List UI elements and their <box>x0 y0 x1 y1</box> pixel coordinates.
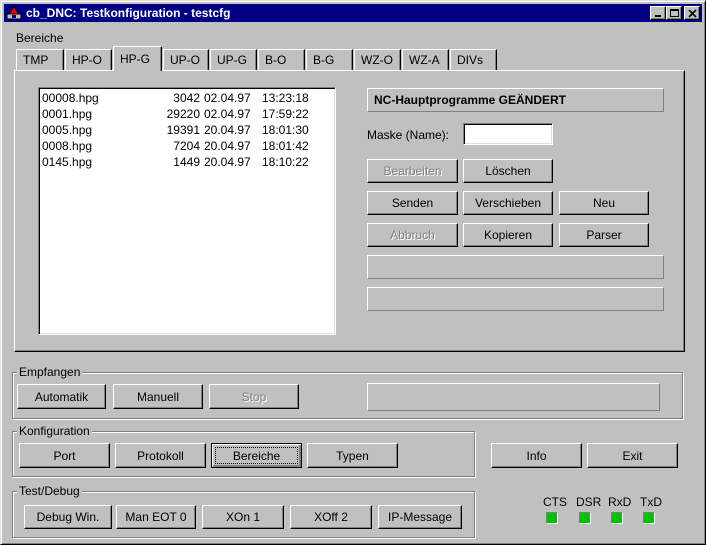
empfangen-status-field <box>367 383 660 411</box>
file-date: 02.04.97 <box>204 107 251 121</box>
list-item[interactable]: 0008.hpg 7204 20.04.97 18:01:42 <box>42 138 332 154</box>
file-time: 18:10:22 <box>262 155 309 169</box>
minimize-icon <box>655 15 661 17</box>
file-time: 17:59:22 <box>262 107 309 121</box>
tab-divs[interactable]: DIVs <box>450 49 497 70</box>
empfangen-label: Empfangen <box>17 365 83 379</box>
debug-win-button[interactable]: Debug Win. <box>24 505 112 529</box>
bearbeiten-button[interactable]: Bearbeiten <box>367 159 458 183</box>
manuell-button[interactable]: Manuell <box>113 384 203 409</box>
mask-input[interactable] <box>463 123 553 145</box>
progress-bar-2 <box>367 287 664 311</box>
typen-button[interactable]: Typen <box>307 443 398 468</box>
bereiche-label: Bereiche <box>16 31 64 45</box>
file-date: 02.04.97 <box>204 91 251 105</box>
loeschen-button[interactable]: Löschen <box>463 159 553 183</box>
tab-tmp[interactable]: TMP <box>16 49 64 70</box>
close-button[interactable] <box>684 6 700 20</box>
tab-b-o[interactable]: B-O <box>258 49 305 70</box>
status-title: NC-Hauptprogramme GEÄNDERT <box>367 88 664 112</box>
file-size: 29220 <box>166 107 200 121</box>
file-size: 3042 <box>173 91 200 105</box>
file-size: 19391 <box>166 123 200 137</box>
tab-b-g[interactable]: B-G <box>306 49 353 70</box>
list-item[interactable]: 0001.hpg 29220 02.04.97 17:59:22 <box>42 106 332 122</box>
cts-led <box>546 512 558 524</box>
file-time: 13:23:18 <box>262 91 309 105</box>
automatik-button[interactable]: Automatik <box>17 384 106 409</box>
file-list[interactable]: 00008.hpg 3042 02.04.97 13:23:18 0001.hpg 292… <box>38 87 336 335</box>
kopieren-button[interactable]: Kopieren <box>463 223 553 247</box>
tab-hp-g[interactable]: HP-G <box>113 46 162 71</box>
app-icon[interactable] <box>6 5 22 21</box>
neu-button[interactable]: Neu <box>559 191 649 215</box>
rxd-label: RxD <box>608 495 632 509</box>
ip-message-button[interactable]: IP-Message <box>378 505 462 529</box>
file-name: 00008.hpg <box>42 91 99 105</box>
file-name: 0008.hpg <box>42 139 93 153</box>
file-date: 20.04.97 <box>204 123 251 137</box>
tab-up-o[interactable]: UP-O <box>163 49 209 70</box>
dsr-label: DSR <box>576 495 602 509</box>
protokoll-button[interactable]: Protokoll <box>115 443 206 468</box>
stop-button[interactable]: Stop <box>209 384 299 409</box>
xoff-button[interactable]: XOff 2 <box>290 505 372 529</box>
port-button[interactable]: Port <box>19 443 110 468</box>
info-button[interactable]: Info <box>491 443 582 468</box>
txd-led <box>643 512 655 524</box>
tab-up-g[interactable]: UP-G <box>210 49 257 70</box>
progress-bar-1 <box>367 255 664 279</box>
konfiguration-label: Konfiguration <box>17 424 92 438</box>
file-time: 18:01:42 <box>262 139 309 153</box>
window-title: cb_DNC: Testkonfiguration - testcfg <box>26 6 231 20</box>
exit-button[interactable]: Exit <box>587 443 678 468</box>
main-window: cb_DNC: Testkonfiguration - testcfg Bere… <box>0 0 706 545</box>
xon-button[interactable]: XOn 1 <box>202 505 284 529</box>
rxd-led <box>611 512 623 524</box>
title-bar[interactable]: cb_DNC: Testkonfiguration - testcfg <box>4 4 702 22</box>
list-item[interactable]: 0005.hpg 19391 20.04.97 18:01:30 <box>42 122 332 138</box>
txd-label: TxD <box>640 495 662 509</box>
file-date: 20.04.97 <box>204 155 251 169</box>
file-name: 0145.hpg <box>42 155 93 169</box>
file-size: 1449 <box>173 155 200 169</box>
close-icon <box>688 9 697 18</box>
abbruch-button[interactable]: Abbruch <box>367 223 458 247</box>
verschieben-button[interactable]: Verschieben <box>463 191 553 215</box>
list-item[interactable]: 0145.hpg 1449 20.04.97 18:10:22 <box>42 154 332 170</box>
file-name: 0005.hpg <box>42 123 93 137</box>
man-eot-button[interactable]: Man EOT 0 <box>116 505 196 529</box>
test-debug-label: Test/Debug <box>17 484 82 498</box>
maximize-button[interactable] <box>666 6 682 20</box>
maximize-icon <box>670 9 679 17</box>
tab-wz-a[interactable]: WZ-A <box>402 49 449 70</box>
file-size: 7204 <box>173 139 200 153</box>
tab-wz-o[interactable]: WZ-O <box>354 49 401 70</box>
file-name: 0001.hpg <box>42 107 93 121</box>
cts-label: CTS <box>543 495 567 509</box>
list-item[interactable]: 00008.hpg 3042 02.04.97 13:23:18 <box>42 90 332 106</box>
dsr-led <box>579 512 591 524</box>
file-time: 18:01:30 <box>262 123 309 137</box>
parser-button[interactable]: Parser <box>559 223 649 247</box>
bereiche-button[interactable]: Bereiche <box>211 443 302 468</box>
file-date: 20.04.97 <box>204 139 251 153</box>
senden-button[interactable]: Senden <box>367 191 458 215</box>
tab-hp-o[interactable]: HP-O <box>65 49 112 70</box>
minimize-button[interactable] <box>650 6 666 20</box>
mask-label: Maske (Name): <box>367 128 450 142</box>
